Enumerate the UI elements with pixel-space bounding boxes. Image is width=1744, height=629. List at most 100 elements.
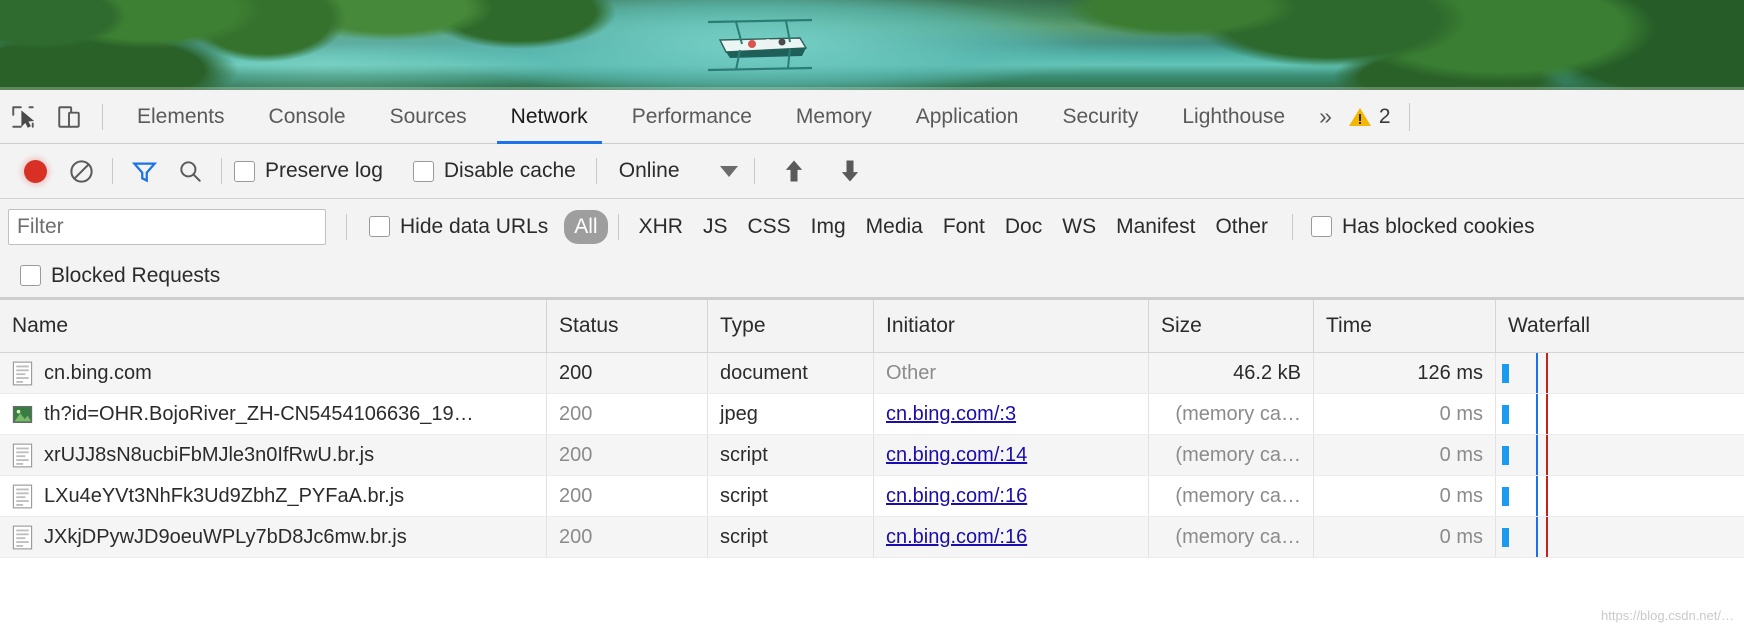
import-har-upload-icon[interactable]	[771, 149, 817, 193]
search-magnifier-icon[interactable]	[167, 149, 213, 193]
filter-type-css[interactable]: CSS	[737, 210, 800, 244]
column-header-initiator[interactable]: Initiator	[874, 300, 1149, 352]
clear-network-log-icon[interactable]	[58, 149, 104, 193]
column-header-type[interactable]: Type	[708, 300, 874, 352]
page-background-image	[0, 0, 1744, 90]
has-blocked-cookies-checkbox[interactable]: Has blocked cookies	[1307, 215, 1539, 239]
document-file-icon	[12, 361, 33, 386]
devtools-window: Elements Console Sources Network Perform…	[0, 0, 1744, 629]
cell-type: document	[708, 353, 874, 393]
filter-input[interactable]	[8, 209, 326, 245]
filter-type-js[interactable]: JS	[693, 210, 738, 244]
filter-type-all[interactable]: All	[564, 210, 607, 244]
network-requests-table: Name Status Type Initiator Size Time Wat…	[0, 300, 1744, 629]
record-dot	[24, 160, 47, 183]
column-header-waterfall[interactable]: Waterfall	[1496, 300, 1744, 352]
tab-network[interactable]: Network	[489, 90, 610, 144]
throttling-dropdown[interactable]: Online	[613, 159, 738, 183]
blocked-requests-label: Blocked Requests	[51, 264, 220, 288]
cell-initiator[interactable]: cn.bing.com/:16	[874, 517, 1149, 557]
column-header-status[interactable]: Status	[547, 300, 708, 352]
tab-label: Sources	[390, 105, 467, 129]
outrigger-boat-icon	[690, 8, 830, 86]
inspect-cursor-icon[interactable]	[0, 90, 46, 144]
tab-sources[interactable]: Sources	[368, 90, 489, 144]
table-header-row: Name Status Type Initiator Size Time Wat…	[0, 300, 1744, 353]
column-header-name[interactable]: Name	[0, 300, 547, 352]
filter-type-doc[interactable]: Doc	[995, 210, 1052, 244]
toolbar-divider	[754, 158, 755, 184]
cell-status: 200	[547, 517, 708, 557]
filterbar-divider	[1292, 214, 1293, 240]
hide-data-urls-label: Hide data URLs	[400, 215, 548, 239]
blocked-requests-checkbox[interactable]: Blocked Requests	[16, 264, 224, 288]
dom-content-loaded-marker	[1536, 517, 1538, 557]
cell-type: script	[708, 517, 874, 557]
request-name: JXkjDPywJD9oeuWPLy7bD8Jc6mw.br.js	[44, 526, 407, 549]
column-header-size[interactable]: Size	[1149, 300, 1314, 352]
cell-name[interactable]: xrUJJ8sN8ucbiFbMJle3n0IfRwU.br.js	[0, 435, 547, 475]
cell-time: 0 ms	[1314, 476, 1496, 516]
filter-funnel-icon[interactable]	[121, 149, 167, 193]
filterbar-divider	[346, 214, 347, 240]
warning-triangle-icon	[1348, 106, 1372, 128]
filter-type-img[interactable]: Img	[801, 210, 856, 244]
filter-type-other[interactable]: Other	[1205, 210, 1278, 244]
table-row[interactable]: xrUJJ8sN8ucbiFbMJle3n0IfRwU.br.js 200 sc…	[0, 435, 1744, 476]
request-name: LXu4eYVt3NhFk3Ud9ZbhZ_PYFaA.br.js	[44, 485, 404, 508]
checkbox-box	[413, 161, 434, 182]
table-body: cn.bing.com 200 document Other 46.2 kB 1…	[0, 353, 1744, 629]
cell-size: (memory ca…	[1149, 517, 1314, 557]
initiator-link[interactable]: cn.bing.com/:16	[886, 526, 1027, 549]
initiator-link[interactable]: cn.bing.com/:16	[886, 485, 1027, 508]
filter-type-ws[interactable]: WS	[1052, 210, 1106, 244]
table-row[interactable]: JXkjDPywJD9oeuWPLy7bD8Jc6mw.br.js 200 sc…	[0, 517, 1744, 558]
cell-name[interactable]: cn.bing.com	[0, 353, 547, 393]
tab-application[interactable]: Application	[894, 90, 1041, 144]
tab-performance[interactable]: Performance	[610, 90, 774, 144]
checkbox-box	[234, 161, 255, 182]
more-tabs-chevron-icon[interactable]: »	[1307, 90, 1342, 144]
cell-name[interactable]: JXkjDPywJD9oeuWPLy7bD8Jc6mw.br.js	[0, 517, 547, 557]
cell-waterfall[interactable]	[1496, 394, 1744, 434]
cell-initiator[interactable]: cn.bing.com/:16	[874, 476, 1149, 516]
toolbar-divider	[221, 158, 222, 184]
record-stop-icon[interactable]	[12, 149, 58, 193]
tab-label: Lighthouse	[1182, 105, 1285, 129]
table-row[interactable]: LXu4eYVt3NhFk3Ud9ZbhZ_PYFaA.br.js 200 sc…	[0, 476, 1744, 517]
cell-name[interactable]: LXu4eYVt3NhFk3Ud9ZbhZ_PYFaA.br.js	[0, 476, 547, 516]
warning-indicator[interactable]: 2	[1342, 105, 1401, 129]
table-row[interactable]: cn.bing.com 200 document Other 46.2 kB 1…	[0, 353, 1744, 394]
table-row[interactable]: th?id=OHR.BojoRiver_ZH-CN5454106636_19… …	[0, 394, 1744, 435]
device-toggle-icon[interactable]	[46, 90, 92, 144]
cell-waterfall[interactable]	[1496, 435, 1744, 475]
tab-elements[interactable]: Elements	[115, 90, 247, 144]
cell-initiator[interactable]: cn.bing.com/:14	[874, 435, 1149, 475]
cell-initiator[interactable]: cn.bing.com/:3	[874, 394, 1149, 434]
column-header-time[interactable]: Time	[1314, 300, 1496, 352]
cell-waterfall[interactable]	[1496, 353, 1744, 393]
initiator-link[interactable]: cn.bing.com/:3	[886, 403, 1016, 426]
cell-size: (memory ca…	[1149, 476, 1314, 516]
filter-type-manifest[interactable]: Manifest	[1106, 210, 1205, 244]
toolbar-divider	[102, 104, 103, 130]
filter-type-font[interactable]: Font	[933, 210, 995, 244]
hide-data-urls-checkbox[interactable]: Hide data URLs	[365, 215, 552, 239]
tab-lighthouse[interactable]: Lighthouse	[1160, 90, 1307, 144]
cell-waterfall[interactable]	[1496, 517, 1744, 557]
toolbar-divider	[596, 158, 597, 184]
disable-cache-checkbox[interactable]: Disable cache	[409, 159, 580, 183]
cell-waterfall[interactable]	[1496, 476, 1744, 516]
disable-cache-label: Disable cache	[444, 159, 576, 183]
tab-console[interactable]: Console	[247, 90, 368, 144]
checkbox-box	[20, 265, 41, 286]
tab-memory[interactable]: Memory	[774, 90, 894, 144]
preserve-log-checkbox[interactable]: Preserve log	[230, 159, 387, 183]
tab-security[interactable]: Security	[1040, 90, 1160, 144]
cell-name[interactable]: th?id=OHR.BojoRiver_ZH-CN5454106636_19…	[0, 394, 547, 434]
initiator-link[interactable]: cn.bing.com/:14	[886, 444, 1027, 467]
panel-tabs: Elements Console Sources Network Perform…	[115, 90, 1307, 144]
export-har-download-icon[interactable]	[827, 149, 873, 193]
filter-type-xhr[interactable]: XHR	[629, 210, 693, 244]
filter-type-media[interactable]: Media	[856, 210, 933, 244]
